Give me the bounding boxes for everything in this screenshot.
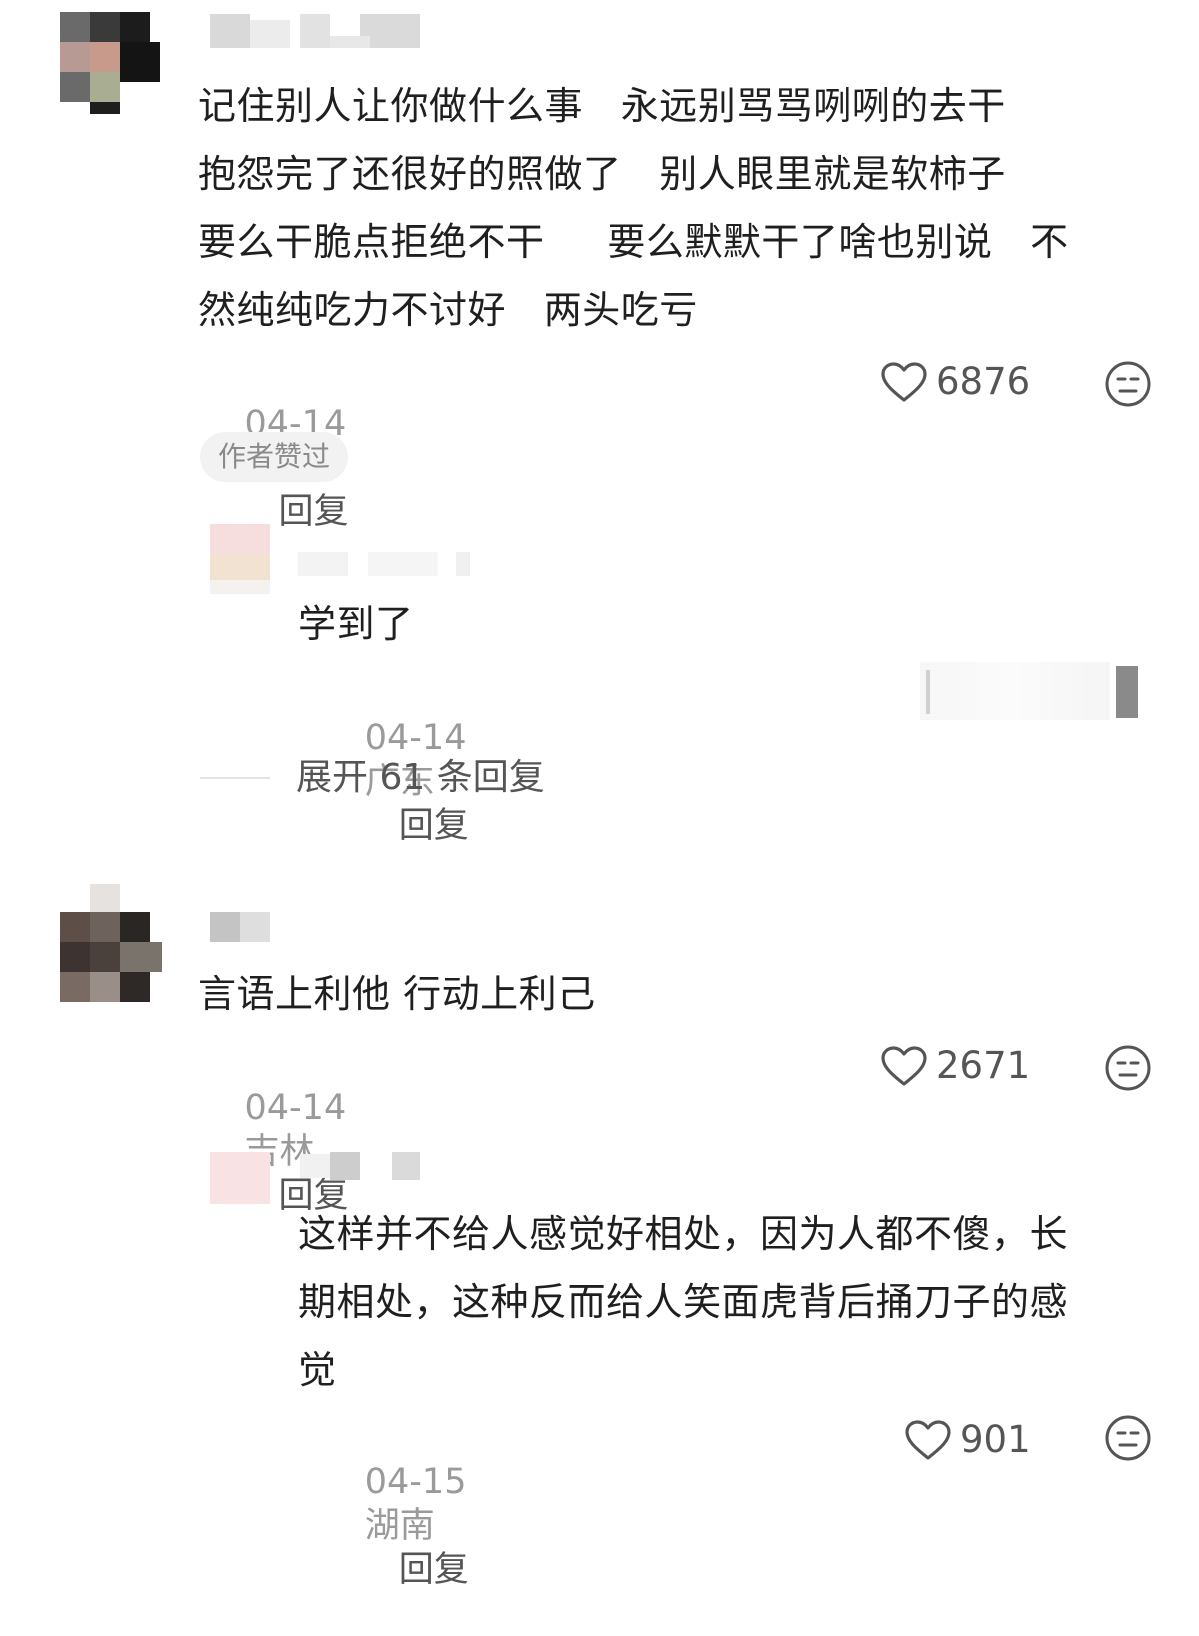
- reply-meta: 04-15 湖南 回复: [298, 1416, 469, 1636]
- blurred-actions: [920, 662, 1150, 720]
- reply-text-line: 学到了: [298, 602, 414, 646]
- neutral-face-icon[interactable]: [1104, 360, 1152, 412]
- expand-replies-label: 展开 61 条回复: [296, 757, 545, 798]
- like-button[interactable]: 901: [904, 1418, 1031, 1462]
- like-count: 2671: [936, 1044, 1031, 1087]
- avatar[interactable]: [60, 884, 162, 1002]
- reply-text-line: 觉: [298, 1348, 337, 1392]
- comment-date: 04-14: [244, 1088, 347, 1128]
- reply-date: 04-15: [364, 1462, 467, 1502]
- like-count: 901: [960, 1418, 1031, 1461]
- username-blurred[interactable]: [298, 552, 478, 578]
- heart-outline-icon: [880, 1045, 928, 1087]
- author-liked-badge: 作者赞过: [200, 432, 349, 482]
- comment-text-line: 记住别人让你做什么事 永远别骂骂咧咧的去干: [198, 84, 1006, 128]
- heart-outline-icon: [904, 1419, 952, 1461]
- avatar[interactable]: [60, 12, 162, 114]
- username-blurred[interactable]: [210, 912, 272, 944]
- neutral-face-icon[interactable]: [1104, 1414, 1152, 1466]
- avatar[interactable]: [210, 524, 270, 594]
- username-blurred[interactable]: [300, 1152, 424, 1180]
- reply-region: 湖南: [364, 1506, 435, 1546]
- reply-button[interactable]: 回复: [399, 1550, 469, 1590]
- comment-text-line: 抱怨完了还很好的照做了 别人眼里就是软柿子: [198, 152, 1006, 196]
- reply-button[interactable]: 回复: [399, 806, 469, 846]
- reply-text-line: 期相处，这种反而给人笑面虎背后捅刀子的感: [298, 1280, 1069, 1324]
- heart-outline-icon: [880, 361, 928, 403]
- comment-text-line: 然纯纯吃力不讨好 两头吃亏: [198, 288, 698, 332]
- like-button[interactable]: 6876: [880, 360, 1030, 404]
- comment-text-line: 言语上利他 行动上利己: [198, 972, 596, 1016]
- expand-replies[interactable]: 展开 61 条回复: [200, 752, 545, 804]
- divider: [200, 777, 270, 779]
- like-count: 6876: [936, 360, 1031, 403]
- username-blurred[interactable]: [210, 14, 450, 54]
- comment-text-line: 要么干脆点拒绝不干 要么默默干了啥也别说 不: [198, 220, 1069, 264]
- reply-button[interactable]: 回复: [279, 492, 349, 532]
- avatar[interactable]: [210, 1152, 270, 1204]
- neutral-face-icon[interactable]: [1104, 1044, 1152, 1096]
- reply-text-line: 这样并不给人感觉好相处，因为人都不傻，长: [298, 1212, 1069, 1256]
- like-button[interactable]: 2671: [880, 1044, 1030, 1088]
